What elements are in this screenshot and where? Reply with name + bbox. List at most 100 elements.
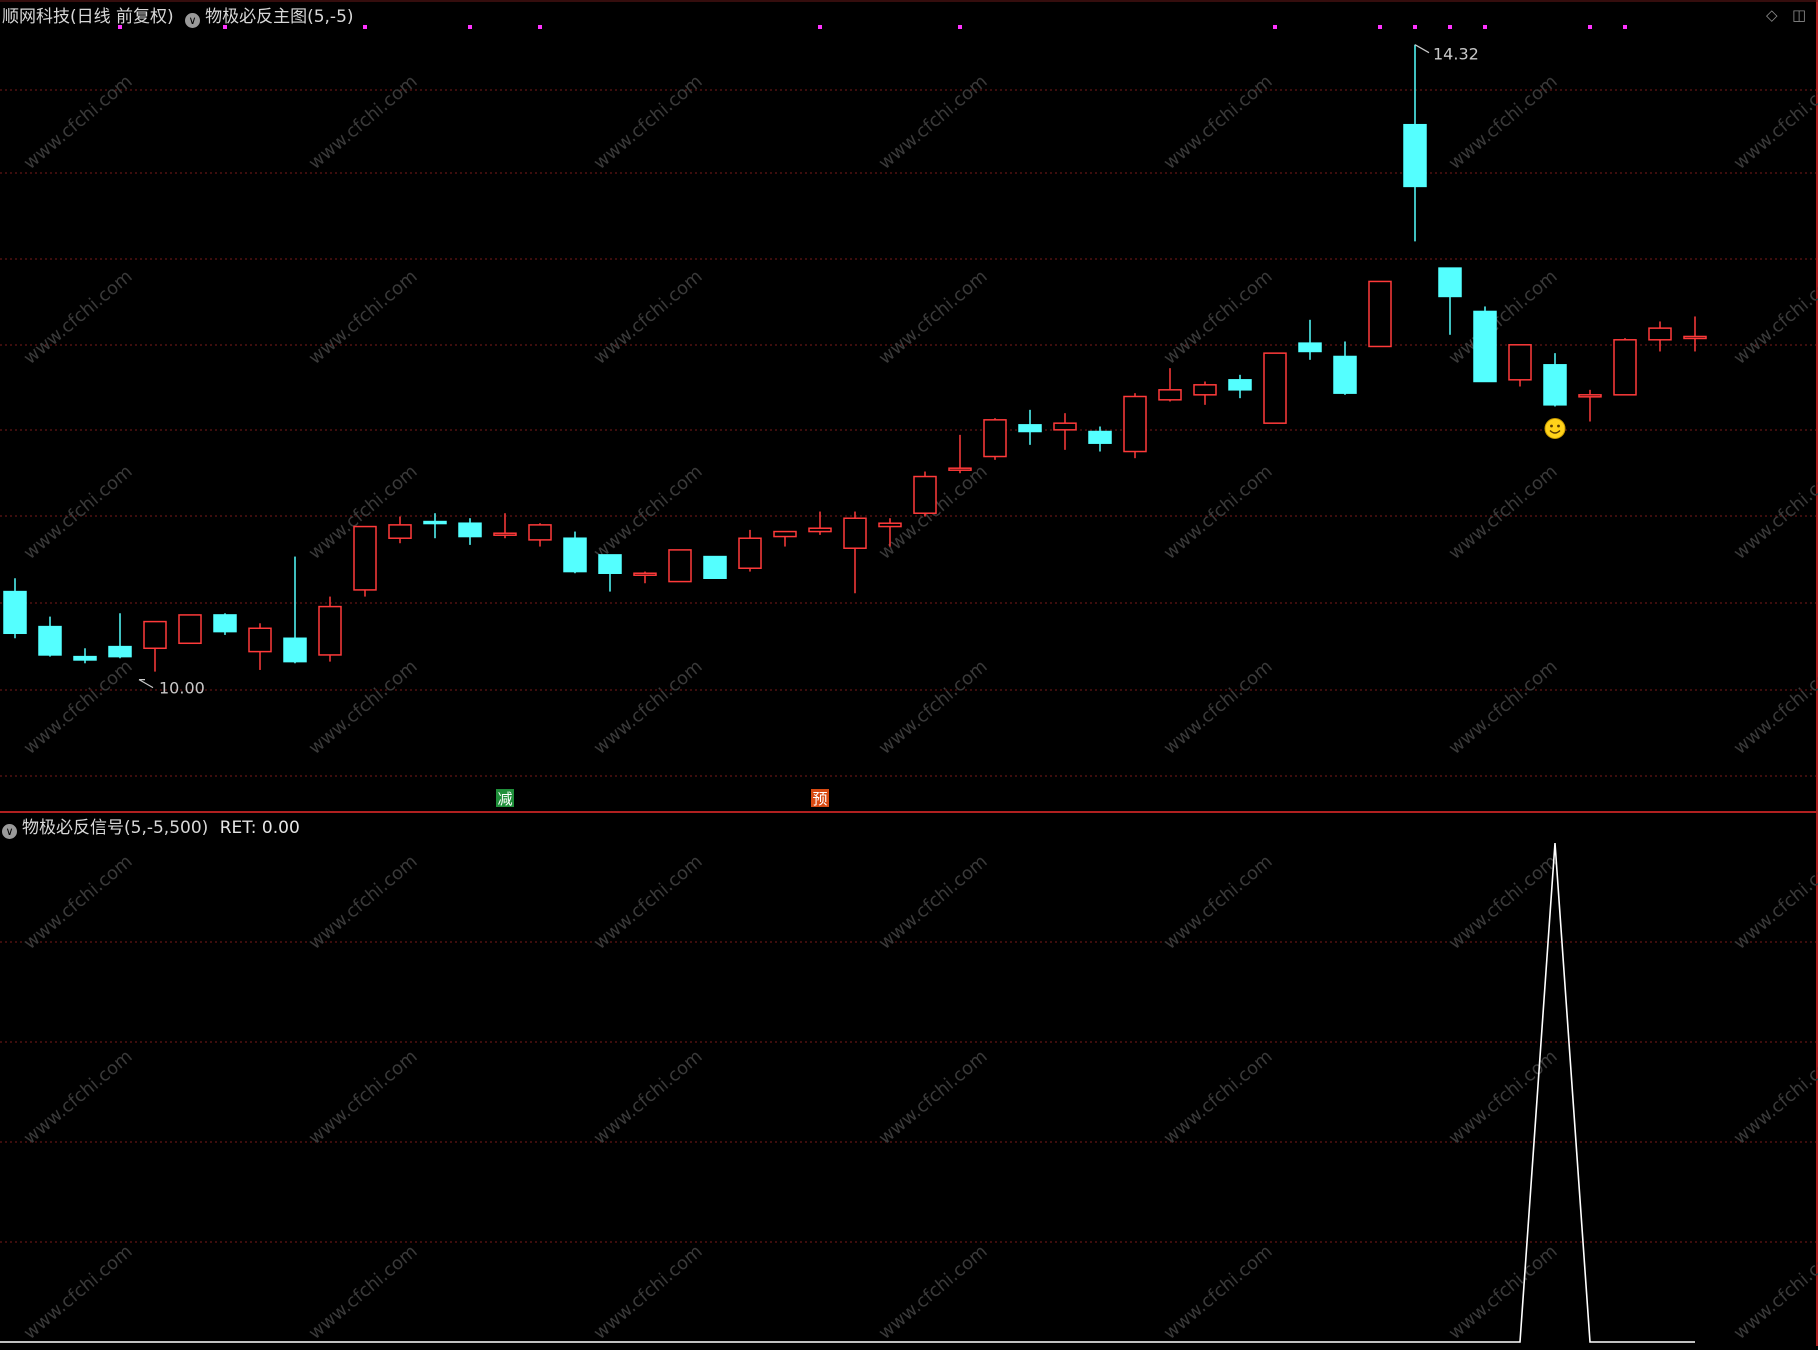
min-price-pointer — [138, 679, 154, 689]
watermark-text: www.cfchi.com — [590, 1241, 707, 1344]
watermark-text: www.cfchi.com — [1445, 461, 1562, 564]
watermark-text: www.cfchi.com — [305, 851, 422, 954]
candle-body — [843, 517, 867, 549]
watermark-text: www.cfchi.com — [590, 656, 707, 759]
watermark-text: www.cfchi.com — [20, 266, 137, 369]
watermark-text: www.cfchi.com — [305, 656, 422, 759]
sub-header: ∨ 物极必反信号(5,-5,500) RET: 0.00 — [2, 813, 300, 839]
top-dot — [1273, 25, 1277, 29]
kline-chart-svg: www.cfchi.com www.cfchi.com www.cfchi.com w… — [0, 0, 1818, 1346]
candle-body — [1368, 280, 1392, 348]
top-dot — [538, 25, 542, 29]
candle-body — [1648, 327, 1672, 341]
smiley-eye — [1557, 424, 1560, 428]
candle-body — [1193, 384, 1217, 396]
watermark-text: www.cfchi.com — [1160, 656, 1277, 759]
candle-body — [668, 549, 692, 583]
watermark-text: www.cfchi.com — [1445, 851, 1562, 954]
indicator-menu-icon[interactable]: ∨ — [185, 13, 201, 28]
watermark-text: www.cfchi.com — [20, 656, 137, 759]
watermark-text: www.cfchi.com — [875, 656, 992, 759]
candle-body — [913, 475, 937, 514]
watermark-text: www.cfchi.com — [1730, 71, 1818, 174]
stock-title[interactable]: 顺网科技(日线 前复权) — [2, 7, 174, 27]
diamond-icon[interactable]: ◇ — [1766, 6, 1778, 24]
candle-body — [458, 522, 482, 538]
watermark-text: www.cfchi.com — [305, 1241, 422, 1344]
window-toggle-icon[interactable]: ◫ — [1792, 6, 1806, 24]
watermark-text: www.cfchi.com — [20, 461, 137, 564]
candle-body — [738, 537, 762, 569]
watermark-text: www.cfchi.com — [875, 1046, 992, 1149]
watermark-text: www.cfchi.com — [875, 851, 992, 954]
watermark-text: www.cfchi.com — [305, 1046, 422, 1149]
watermark-text: www.cfchi.com — [590, 266, 707, 369]
max-price-pointer — [1414, 44, 1430, 54]
candle-body — [108, 645, 132, 658]
watermark-text: www.cfchi.com — [20, 1241, 137, 1344]
candle-body — [318, 605, 342, 656]
candle-body — [388, 524, 412, 539]
main-indicator-title[interactable]: 物极必反主图(5,-5) — [205, 7, 353, 27]
watermark-text: www.cfchi.com — [20, 71, 137, 174]
watermark-text: www.cfchi.com — [1730, 851, 1818, 954]
candle-body — [178, 614, 202, 645]
candle-body — [1123, 395, 1147, 453]
candle-body — [563, 537, 587, 573]
watermark-text: www.cfchi.com — [1445, 1241, 1562, 1344]
candle-body — [1088, 430, 1112, 444]
watermark-text: www.cfchi.com — [1730, 266, 1818, 369]
watermark-text: www.cfchi.com — [305, 71, 422, 174]
candle-body — [948, 467, 972, 471]
signal-line — [0, 842, 1695, 1343]
candle-body — [1298, 342, 1322, 353]
top-dot — [1448, 25, 1452, 29]
signal-reduce-badge: 减 — [497, 790, 512, 808]
top-dot — [1378, 25, 1382, 29]
watermark-text: www.cfchi.com — [875, 266, 992, 369]
chart-stage: www.cfchi.com www.cfchi.com www.cfchi.com w… — [0, 0, 1818, 1346]
top-dot — [1483, 25, 1487, 29]
top-dot — [1413, 25, 1417, 29]
smiley-icon — [1544, 417, 1566, 439]
top-dot — [1623, 25, 1627, 29]
watermark-text: www.cfchi.com — [1445, 266, 1562, 369]
candle-body — [1438, 267, 1462, 298]
smiley-face — [1544, 417, 1566, 439]
candle-body — [1333, 355, 1357, 394]
watermark-text: www.cfchi.com — [1160, 1046, 1277, 1149]
candle-body — [1228, 379, 1252, 391]
watermark-text: www.cfchi.com — [1445, 71, 1562, 174]
candle-body — [423, 520, 447, 525]
watermark-text: www.cfchi.com — [1445, 656, 1562, 759]
watermark-text: www.cfchi.com — [590, 71, 707, 174]
top-dot — [818, 25, 822, 29]
sub-indicator-menu-icon[interactable]: ∨ — [2, 824, 17, 839]
watermark-text: www.cfchi.com — [1160, 266, 1277, 369]
watermark-text: www.cfchi.com — [1445, 1046, 1562, 1149]
watermark-text: www.cfchi.com — [20, 1046, 137, 1149]
candle-body — [703, 555, 727, 579]
sub-indicator-title[interactable]: 物极必反信号(5,-5,500) — [22, 818, 208, 838]
candle-body — [1158, 389, 1182, 401]
smiley-eye — [1550, 424, 1553, 428]
candle-body — [1403, 123, 1427, 188]
candle-body — [528, 524, 552, 541]
watermark-text: www.cfchi.com — [590, 461, 707, 564]
top-dot — [958, 25, 962, 29]
candle-body — [1578, 394, 1602, 398]
candle-body — [1508, 344, 1532, 381]
candle-body — [1613, 339, 1637, 396]
candle-body — [983, 419, 1007, 458]
candle-body — [1543, 364, 1567, 406]
top-dot — [468, 25, 472, 29]
watermark-text: www.cfchi.com — [875, 71, 992, 174]
candle-body — [38, 625, 62, 656]
watermark-text: www.cfchi.com — [1730, 1241, 1818, 1344]
candle-body — [1683, 335, 1707, 340]
watermark-text: www.cfchi.com — [1160, 71, 1277, 174]
candle-body — [1263, 352, 1287, 424]
candle-body — [773, 530, 797, 538]
candle-body — [493, 532, 517, 536]
candle-body — [73, 655, 97, 661]
